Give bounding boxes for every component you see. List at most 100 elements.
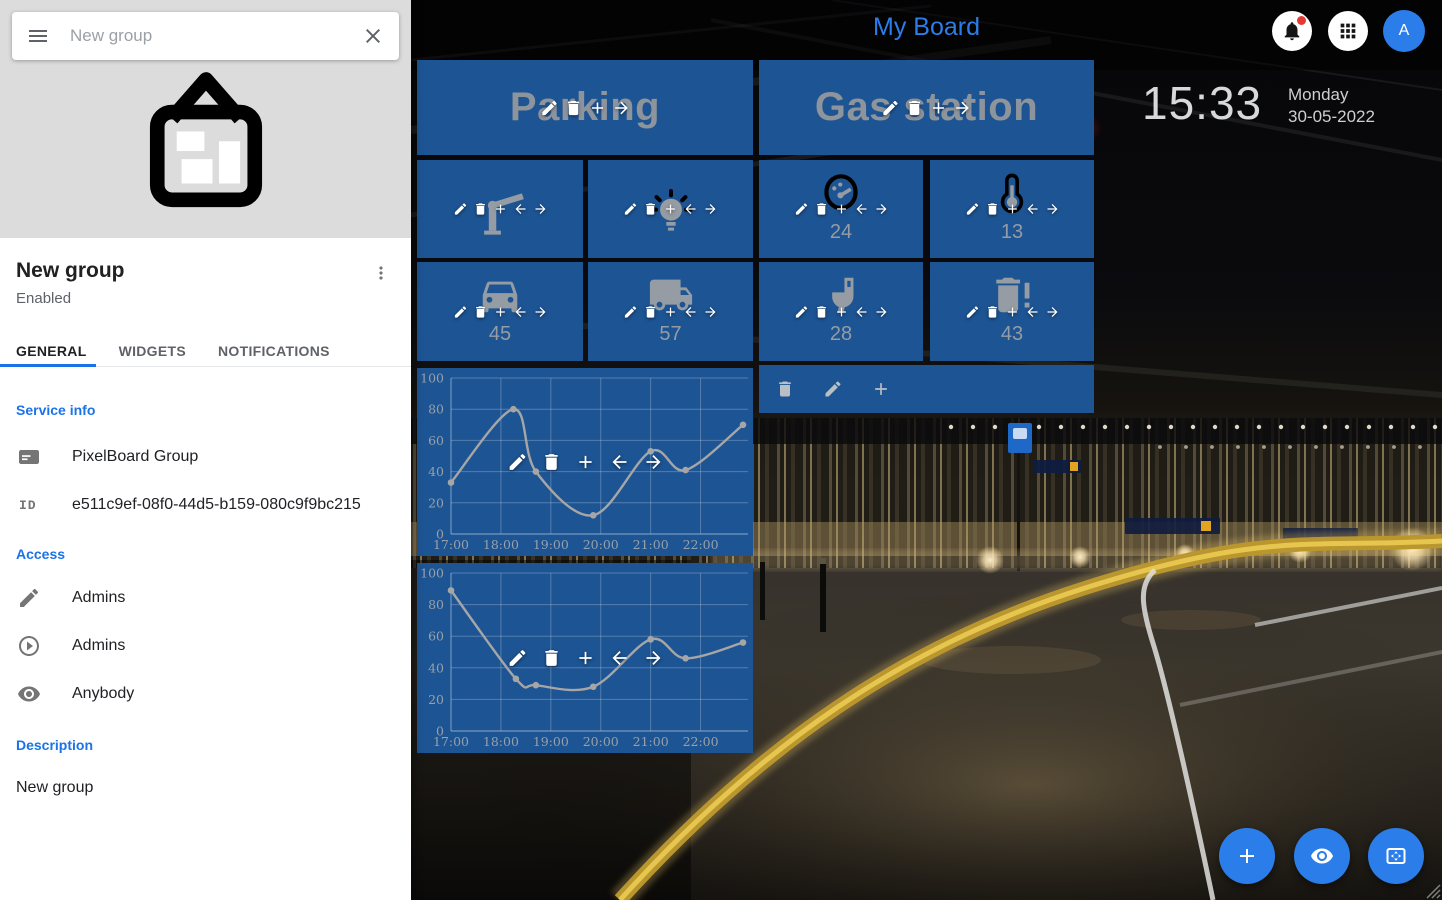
plus-icon[interactable] — [663, 304, 678, 319]
widget-tile-trucks[interactable]: 57 — [588, 262, 753, 361]
plus-icon[interactable] — [493, 304, 508, 319]
arrow-right-icon[interactable] — [1045, 304, 1060, 319]
arrow-right-icon[interactable] — [643, 648, 664, 669]
plus-icon[interactable] — [588, 98, 607, 117]
arrow-right-icon[interactable] — [1045, 202, 1060, 217]
trash-icon[interactable] — [905, 98, 924, 117]
plus-icon[interactable] — [575, 648, 596, 669]
access-run-row[interactable]: Admins — [0, 626, 411, 666]
arrow-left-icon[interactable] — [513, 304, 528, 319]
plus-icon[interactable] — [929, 98, 948, 117]
trash-icon[interactable] — [814, 202, 829, 217]
widget-tile-thermometer[interactable]: 13 — [930, 160, 1094, 258]
pencil-icon[interactable] — [965, 304, 980, 319]
arrow-left-icon[interactable] — [683, 202, 698, 217]
pencil-icon[interactable] — [623, 304, 638, 319]
arrow-right-icon[interactable] — [612, 98, 631, 117]
arrow-left-icon[interactable] — [513, 202, 528, 217]
preview-fab[interactable] — [1294, 828, 1350, 884]
plus-icon[interactable] — [1005, 304, 1020, 319]
trash-icon[interactable] — [814, 304, 829, 319]
widget-tile-cars[interactable]: 45 — [417, 262, 583, 361]
tab-general[interactable]: GENERAL — [16, 336, 87, 366]
pencil-icon[interactable] — [965, 202, 980, 217]
arrow-right-icon[interactable] — [703, 304, 718, 319]
line-chart-widget-2[interactable]: 02040608010017:0018:0019:0020:0021:0022:… — [417, 563, 753, 753]
arrow-right-icon[interactable] — [643, 452, 664, 473]
arrow-left-icon[interactable] — [683, 304, 698, 319]
trash-icon[interactable] — [541, 452, 562, 473]
trash-icon[interactable] — [985, 304, 1000, 319]
apps-menu-button[interactable] — [1328, 11, 1368, 51]
menu-button[interactable] — [26, 24, 50, 48]
arrow-right-icon[interactable] — [703, 202, 718, 217]
pencil-icon[interactable] — [881, 98, 900, 117]
trash-icon[interactable] — [643, 304, 658, 319]
pencil-icon[interactable] — [507, 648, 528, 669]
service-type-row[interactable]: PixelBoard Group — [0, 437, 411, 477]
trash-icon[interactable] — [473, 202, 488, 217]
pencil-icon[interactable] — [794, 304, 809, 319]
pencil-icon — [17, 586, 41, 610]
arrow-left-icon[interactable] — [1025, 304, 1040, 319]
notifications-button[interactable] — [1272, 11, 1312, 51]
notification-dot — [1297, 16, 1306, 25]
tab-widgets[interactable]: WIDGETS — [119, 336, 186, 366]
pencil-icon[interactable] — [540, 98, 559, 117]
plus-icon[interactable] — [493, 202, 508, 217]
trash-icon[interactable] — [985, 202, 1000, 217]
widget-tile-lightbulb[interactable] — [588, 160, 753, 258]
widget-tile-gauge[interactable]: 24 — [759, 160, 923, 258]
settings-tabs: GENERAL WIDGETS NOTIFICATIONS — [0, 336, 411, 367]
plus-icon[interactable] — [834, 304, 849, 319]
plus-icon[interactable] — [1005, 202, 1020, 217]
group-actions-bar[interactable] — [759, 365, 1094, 413]
access-edit-row[interactable]: Admins — [0, 578, 411, 618]
widget-tile-toilet[interactable]: 28 — [759, 262, 923, 361]
fullscreen-fab[interactable] — [1368, 828, 1424, 884]
add-widget-fab[interactable] — [1219, 828, 1275, 884]
plus-icon[interactable] — [871, 379, 891, 399]
date-widget[interactable]: Monday 30-05-2022 — [1288, 84, 1375, 128]
arrow-right-icon[interactable] — [533, 304, 548, 319]
pencil-icon[interactable] — [623, 202, 638, 217]
clock-time[interactable]: 15:33 — [1142, 76, 1262, 130]
line-chart-widget-1[interactable]: 02040608010017:0018:0019:0020:0021:0022:… — [417, 368, 753, 556]
arrow-left-icon[interactable] — [854, 304, 869, 319]
arrow-left-icon[interactable] — [609, 648, 630, 669]
trash-icon[interactable] — [564, 98, 583, 117]
service-id-row[interactable]: ID e511c9ef-08f0-44d5-b159-080c9f9bc215 — [0, 485, 411, 525]
arrow-right-icon[interactable] — [533, 202, 548, 217]
group-status: Enabled — [16, 290, 71, 307]
plus-icon[interactable] — [663, 202, 678, 217]
tab-notifications[interactable]: NOTIFICATIONS — [218, 336, 330, 366]
arrow-left-icon[interactable] — [609, 452, 630, 473]
trash-icon[interactable] — [775, 379, 795, 399]
trash-icon[interactable] — [643, 202, 658, 217]
plus-icon[interactable] — [575, 452, 596, 473]
pencil-icon[interactable] — [453, 202, 468, 217]
group-options-button[interactable] — [368, 260, 394, 286]
group-header-parking[interactable]: Parking — [417, 60, 753, 155]
widget-tile-barrier[interactable] — [417, 160, 583, 258]
arrow-right-icon[interactable] — [953, 98, 972, 117]
access-view-row[interactable]: Anybody — [0, 674, 411, 714]
plus-icon[interactable] — [834, 202, 849, 217]
pencil-icon[interactable] — [453, 304, 468, 319]
pencil-icon[interactable] — [507, 452, 528, 473]
arrow-right-icon[interactable] — [874, 202, 889, 217]
pencil-icon[interactable] — [794, 202, 809, 217]
arrow-left-icon[interactable] — [1025, 202, 1040, 217]
arrow-right-icon[interactable] — [874, 304, 889, 319]
trash-icon[interactable] — [541, 648, 562, 669]
widget-tile-waste[interactable]: 43 — [930, 262, 1094, 361]
arrow-left-icon[interactable] — [854, 202, 869, 217]
svg-text:19:00: 19:00 — [533, 734, 569, 749]
close-panel-button[interactable] — [361, 24, 385, 48]
trash-icon[interactable] — [473, 304, 488, 319]
group-name-input[interactable] — [68, 25, 361, 47]
user-avatar[interactable]: A — [1383, 10, 1425, 52]
resize-handle[interactable] — [1423, 881, 1441, 899]
group-header-gas-station[interactable]: Gas station — [759, 60, 1094, 155]
pencil-icon[interactable] — [823, 379, 843, 399]
